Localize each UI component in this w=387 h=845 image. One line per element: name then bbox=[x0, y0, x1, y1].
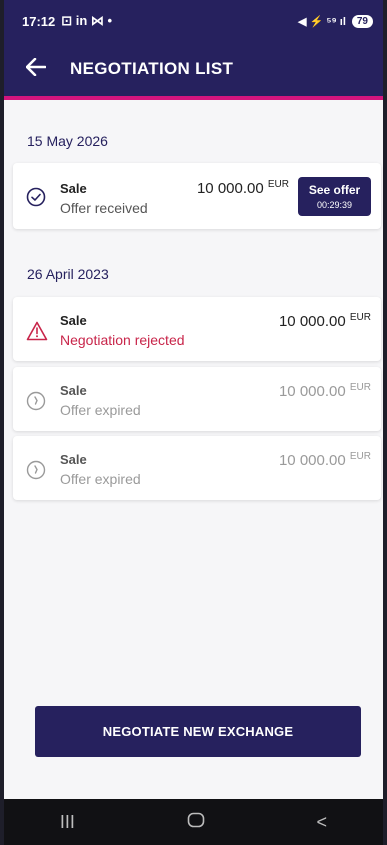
see-offer-label: See offer bbox=[308, 183, 361, 197]
negotiation-type: Sale bbox=[60, 181, 87, 196]
phone-frame: 17:12 ⊡ in ⋈ • ◀ ⚡ ⁵⁹ ıl 79 NEGOTIATION … bbox=[0, 0, 387, 845]
negotiation-status: Offer received bbox=[60, 200, 148, 216]
notification-icons: ⊡ in ⋈ • bbox=[61, 13, 113, 28]
negotiation-amount: 10 000.00 EUR bbox=[278, 451, 371, 469]
negotiation-amount: 10 000.00 EUR bbox=[196, 179, 289, 197]
negotiation-card[interactable]: Sale Negotiation rejected 10 000.00 EUR bbox=[13, 297, 381, 361]
group-date: 26 April 2023 bbox=[27, 266, 109, 282]
negotiation-type: Sale bbox=[60, 452, 87, 467]
app-header: NEGOTIATION LIST bbox=[4, 42, 383, 100]
status-time: 17:12 bbox=[22, 13, 56, 29]
group-date: 15 May 2026 bbox=[27, 133, 108, 149]
negotiation-card[interactable]: Sale Offer expired 10 000.00 EUR bbox=[13, 367, 381, 431]
negotiation-status: Negotiation rejected bbox=[60, 332, 185, 348]
negotiate-new-exchange-button[interactable]: NEGOTIATE NEW EXCHANGE bbox=[35, 706, 361, 757]
home-icon[interactable] bbox=[187, 812, 205, 833]
status-bar: 17:12 ⊡ in ⋈ • ◀ ⚡ ⁵⁹ ıl 79 bbox=[4, 0, 383, 42]
warning-triangle-icon bbox=[26, 321, 48, 341]
arrow-left-icon[interactable] bbox=[25, 57, 56, 81]
back-nav-icon[interactable]: < bbox=[317, 812, 328, 833]
clock-circle-icon bbox=[26, 460, 46, 480]
check-circle-icon bbox=[26, 187, 46, 207]
signal-icons: ◀ ⚡ ⁵⁹ ıl bbox=[298, 15, 346, 28]
negotiation-amount: 10 000.00 EUR bbox=[278, 312, 371, 330]
negotiation-status: Offer expired bbox=[60, 471, 141, 487]
negotiation-card[interactable]: Sale Offer received 10 000.00 EUR See of… bbox=[13, 163, 381, 229]
negotiation-card[interactable]: Sale Offer expired 10 000.00 EUR bbox=[13, 436, 381, 500]
recent-apps-icon[interactable]: III bbox=[60, 812, 75, 833]
negotiation-status: Offer expired bbox=[60, 402, 141, 418]
negotiation-type: Sale bbox=[60, 313, 87, 328]
see-offer-button[interactable]: See offer 00:29:39 bbox=[298, 177, 371, 216]
negotiation-amount: 10 000.00 EUR bbox=[278, 382, 371, 400]
system-nav-bar: III < bbox=[4, 799, 383, 845]
page-title: NEGOTIATION LIST bbox=[70, 59, 234, 78]
offer-timer: 00:29:39 bbox=[316, 200, 353, 210]
clock-circle-icon bbox=[26, 391, 46, 411]
negotiation-type: Sale bbox=[60, 383, 87, 398]
negotiation-list: 15 May 2026 Sale Offer received 10 000.0… bbox=[4, 100, 383, 799]
battery-icon: 79 bbox=[351, 14, 373, 28]
